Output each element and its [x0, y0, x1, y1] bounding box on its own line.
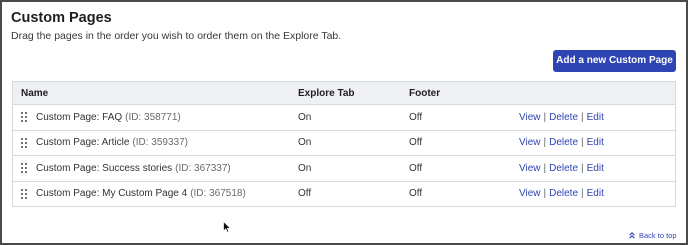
column-header-name: Name — [21, 87, 49, 99]
page-name-cell: Custom Page: Success stories (ID: 367337… — [21, 156, 231, 181]
explore-tab-value: Off — [298, 188, 312, 200]
page-name-cell: Custom Page: FAQ (ID: 358771) — [21, 105, 181, 130]
page-name: Custom Page: FAQ — [36, 111, 123, 123]
table-row[interactable]: Custom Page: Success stories (ID: 367337… — [13, 155, 675, 181]
separator: | — [581, 188, 584, 200]
add-custom-page-button[interactable]: Add a new Custom Page — [553, 50, 676, 72]
footer-value: Off — [409, 137, 423, 149]
page-title: Custom Pages — [11, 10, 112, 26]
explore-tab-value: On — [298, 137, 312, 149]
drag-handle-icon[interactable] — [21, 163, 27, 174]
delete-link[interactable]: Delete — [549, 188, 578, 199]
separator: | — [543, 111, 547, 123]
back-to-top-link[interactable]: Back to top — [629, 231, 677, 240]
page-name: Custom Page: Success stories — [36, 162, 173, 174]
page-id: (ID: 367518) — [190, 188, 246, 200]
edit-link[interactable]: Edit — [587, 112, 604, 123]
table-header-row: Name Explore Tab Footer — [13, 82, 675, 104]
row-actions: View | Delete | Edit — [519, 105, 604, 130]
separator: | — [581, 111, 584, 123]
separator: | — [543, 188, 547, 200]
page-id: (ID: 359337) — [132, 137, 188, 149]
view-link[interactable]: View — [519, 188, 541, 199]
page-name-cell: Custom Page: Article (ID: 359337) — [21, 131, 188, 156]
page-name: Custom Page: My Custom Page 4 — [36, 188, 188, 200]
delete-link[interactable]: Delete — [549, 163, 578, 174]
view-link[interactable]: View — [519, 137, 541, 148]
custom-pages-table: Name Explore Tab Footer Custom Page: FAQ… — [12, 81, 676, 207]
page-id: (ID: 367337) — [175, 162, 231, 174]
edit-link[interactable]: Edit — [587, 188, 604, 199]
footer-value: Off — [409, 162, 423, 174]
page-name-cell: Custom Page: My Custom Page 4 (ID: 36751… — [21, 182, 246, 207]
table-row[interactable]: Custom Page: Article (ID: 359337) On Off… — [13, 129, 675, 156]
explore-tab-value: On — [298, 162, 312, 174]
edit-link[interactable]: Edit — [587, 137, 604, 148]
separator: | — [581, 137, 584, 149]
view-link[interactable]: View — [519, 112, 541, 123]
delete-link[interactable]: Delete — [549, 137, 578, 148]
double-chevron-up-icon — [629, 232, 635, 239]
custom-pages-panel: Custom Pages Drag the pages in the order… — [0, 0, 688, 245]
separator: | — [543, 162, 547, 174]
explore-tab-value: On — [298, 111, 312, 123]
mouse-pointer-icon — [223, 221, 231, 233]
separator: | — [543, 137, 547, 149]
table-row[interactable]: Custom Page: My Custom Page 4 (ID: 36751… — [13, 180, 675, 207]
page-description: Drag the pages in the order you wish to … — [11, 30, 342, 42]
footer-value: Off — [409, 188, 423, 200]
table-row[interactable]: Custom Page: FAQ (ID: 358771) On Off Vie… — [13, 104, 675, 130]
edit-link[interactable]: Edit — [587, 163, 604, 174]
drag-handle-icon[interactable] — [21, 137, 27, 148]
drag-handle-icon[interactable] — [21, 112, 27, 123]
column-header-footer: Footer — [409, 87, 441, 99]
separator: | — [581, 162, 584, 174]
delete-link[interactable]: Delete — [549, 112, 578, 123]
row-actions: View | Delete | Edit — [519, 182, 604, 207]
column-header-explore-tab: Explore Tab — [298, 87, 355, 99]
page-id: (ID: 358771) — [125, 111, 181, 123]
footer-value: Off — [409, 111, 423, 123]
view-link[interactable]: View — [519, 163, 541, 174]
drag-handle-icon[interactable] — [21, 188, 27, 199]
row-actions: View | Delete | Edit — [519, 131, 604, 156]
row-actions: View | Delete | Edit — [519, 156, 604, 181]
page-name: Custom Page: Article — [36, 137, 130, 149]
back-to-top-label: Back to top — [639, 231, 677, 240]
